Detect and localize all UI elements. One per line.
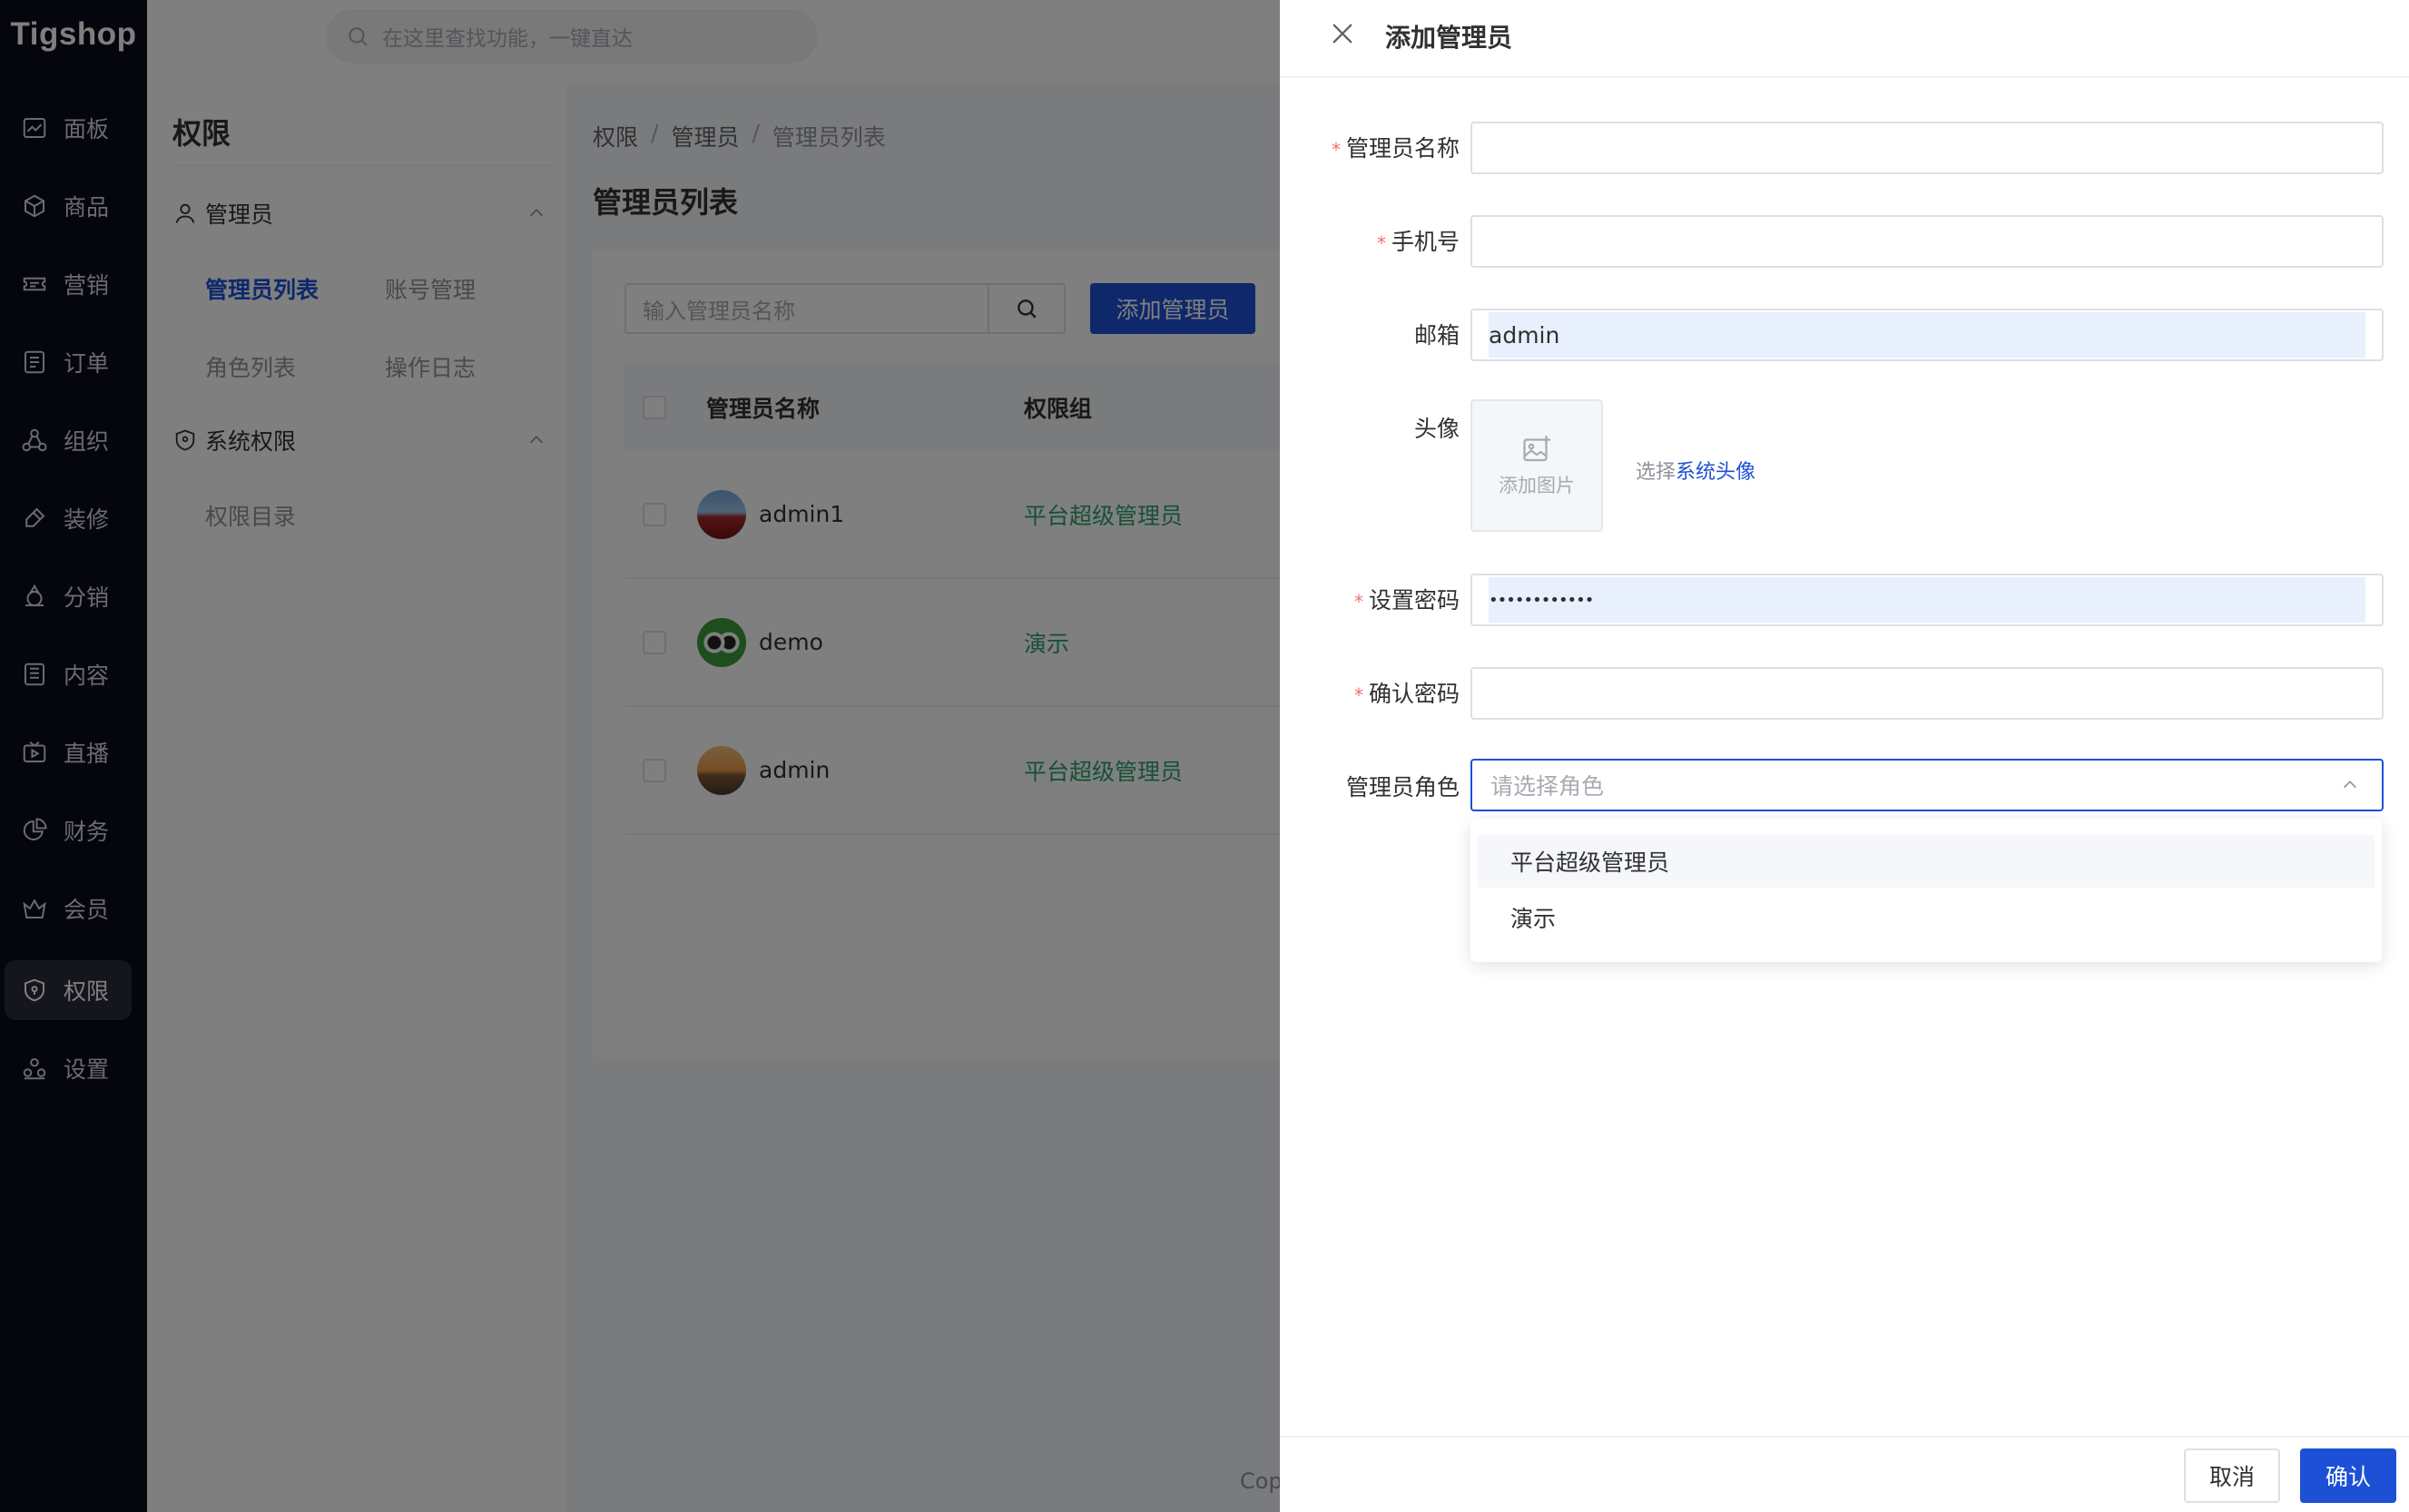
role-select[interactable]: 请选择角色	[1470, 759, 2384, 811]
required-mark: *	[1353, 591, 1363, 613]
label-email: 邮箱	[1413, 322, 1460, 349]
system-avatar-link[interactable]: 系统头像	[1676, 461, 1755, 484]
required-mark: *	[1353, 684, 1363, 706]
required-mark: *	[1331, 139, 1341, 161]
label-password: * 设置密码	[1353, 587, 1460, 614]
add-admin-drawer: 添加管理员 * 管理员名称 * 手机号 邮箱 admin 头像 添加图片 选择系统头…	[1280, 0, 2409, 1512]
select-placeholder: 请选择角色	[1490, 773, 1605, 800]
cancel-button[interactable]: 取消	[2184, 1448, 2280, 1503]
select-prefix: 选择	[1636, 461, 1676, 484]
password-field[interactable]: ••••••••••••	[1470, 574, 2384, 626]
drawer-title: 添加管理员	[1385, 23, 1513, 53]
label-role: 管理员角色	[1345, 774, 1460, 800]
close-icon[interactable]	[1327, 18, 1358, 49]
confirm-button[interactable]: 确认	[2300, 1448, 2396, 1503]
role-dropdown: 平台超级管理员 演示	[1470, 819, 2382, 962]
avatar-upload-button[interactable]: 添加图片	[1470, 399, 1603, 532]
label-confirm-password: * 确认密码	[1353, 681, 1460, 707]
add-image-icon	[1523, 436, 1550, 462]
role-option[interactable]: 平台超级管理员	[1478, 835, 2375, 888]
label-mobile: * 手机号	[1376, 229, 1460, 255]
email-value: admin	[1489, 321, 1560, 349]
system-avatar-picker: 选择系统头像	[1636, 456, 1755, 485]
label-admin-name: * 管理员名称	[1331, 135, 1460, 162]
mobile-field[interactable]	[1470, 215, 2384, 268]
modal-overlay[interactable]	[0, 0, 1280, 1512]
chevron-up-icon	[2343, 781, 2357, 789]
email-field[interactable]: admin	[1470, 309, 2384, 361]
password-value: ••••••••••••	[1489, 590, 1594, 610]
drawer-header: 添加管理员	[1280, 0, 2409, 78]
upload-label: 添加图片	[1499, 475, 1575, 496]
label-avatar: 头像	[1413, 416, 1460, 442]
role-option[interactable]: 演示	[1478, 891, 2375, 944]
confirm-password-field[interactable]	[1470, 667, 2384, 720]
admin-name-field[interactable]	[1470, 122, 2384, 174]
required-mark: *	[1376, 232, 1386, 254]
